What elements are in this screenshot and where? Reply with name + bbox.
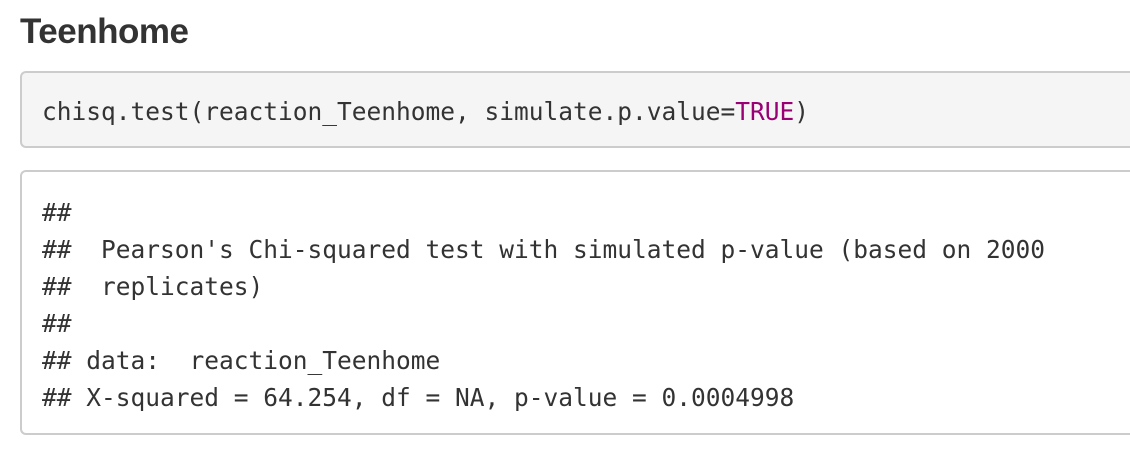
code-closing-paren: ) xyxy=(794,97,810,126)
output-line: ## xyxy=(42,309,72,338)
section-heading: Teenhome xyxy=(20,12,189,51)
output-line: ## Pearson's Chi-squared test with simul… xyxy=(42,235,1046,264)
code-keyword-true: TRUE xyxy=(735,97,795,126)
output-line: ## replicates) xyxy=(42,272,264,301)
code-text: chisq.test(reaction_Teenhome, simulate.p… xyxy=(42,97,736,126)
output-line: ## X-squared = 64.254, df = NA, p-value … xyxy=(42,383,795,412)
r-code-chunk: chisq.test(reaction_Teenhome, simulate.p… xyxy=(20,71,1130,148)
output-line: ## xyxy=(42,198,72,227)
r-output-chunk: ## ## Pearson's Chi-squared test with sim… xyxy=(20,170,1130,435)
output-line: ## data: reaction_Teenhome xyxy=(42,346,441,375)
